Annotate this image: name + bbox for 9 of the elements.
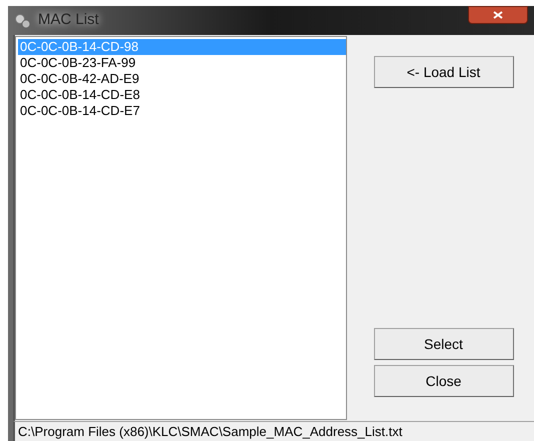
file-path: C:\Program Files (x86)\KLC\SMAC\Sample_MAC_Address_List.txt — [18, 422, 402, 441]
list-item[interactable]: 0C-0C-0B-14-CD-E7 — [18, 103, 346, 119]
close-icon[interactable] — [468, 6, 528, 24]
close-button[interactable]: Close — [374, 365, 514, 397]
list-item[interactable]: 0C-0C-0B-23-FA-99 — [18, 55, 346, 71]
select-button[interactable]: Select — [374, 328, 514, 360]
list-item[interactable]: 0C-0C-0B-42-AD-E9 — [18, 71, 346, 87]
list-item[interactable]: 0C-0C-0B-14-CD-E8 — [18, 87, 346, 103]
load-list-button[interactable]: <- Load List — [374, 56, 514, 88]
